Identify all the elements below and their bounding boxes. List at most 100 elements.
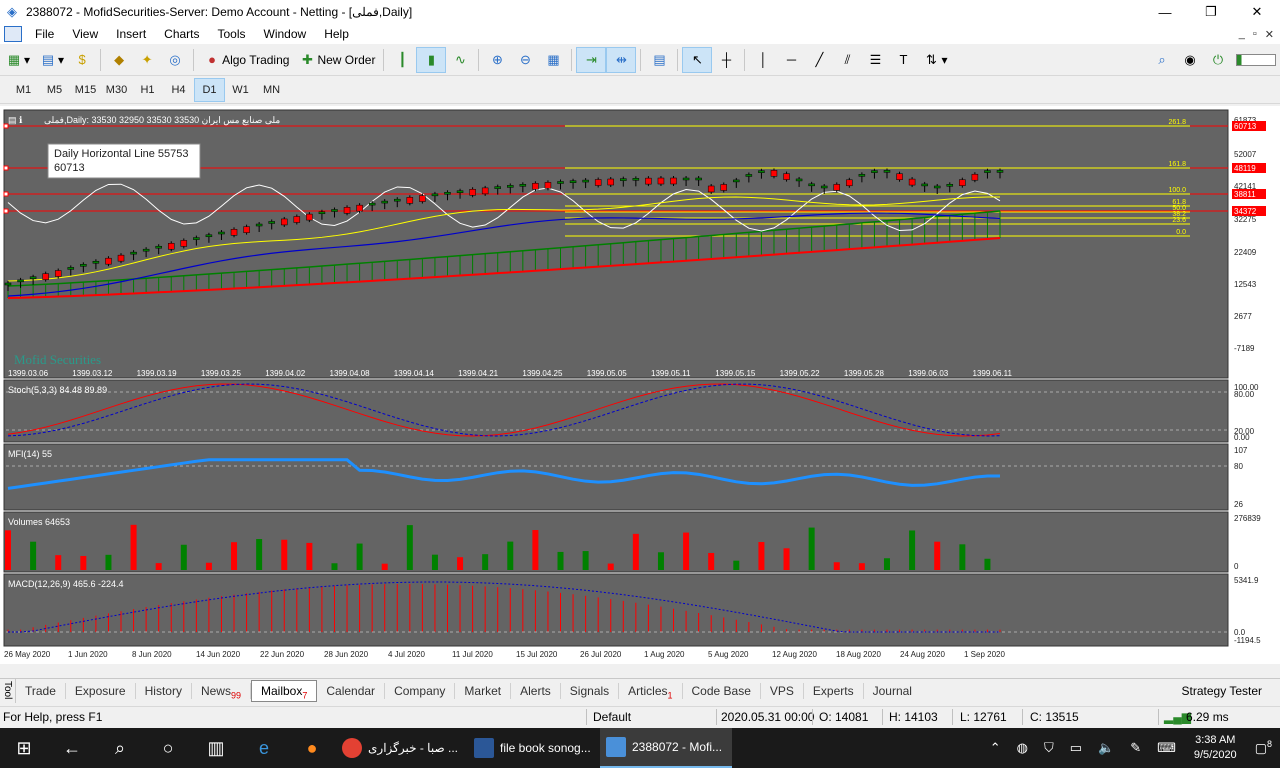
cortana-button[interactable]: ○: [144, 728, 192, 768]
auto-scroll-button[interactable]: ⇥: [576, 46, 607, 73]
arrows-button[interactable]: ⇅ ▾: [917, 47, 951, 73]
candle-body: [92, 260, 100, 264]
timeframe-w1[interactable]: W1: [225, 78, 256, 102]
algo-trading-button[interactable]: ● Algo Trading: [198, 47, 293, 73]
timeframe-d1[interactable]: D1: [194, 77, 225, 102]
search-button[interactable]: ⌕: [1148, 47, 1176, 73]
vertical-line-button[interactable]: │: [749, 47, 777, 73]
network-icon[interactable]: ▭: [1062, 740, 1090, 756]
tab-history[interactable]: History: [136, 682, 192, 699]
zoom-in-button[interactable]: ⊕: [483, 47, 511, 73]
fibonacci-button[interactable]: ☰: [861, 47, 889, 73]
tab-news[interactable]: News99: [192, 682, 251, 700]
menu-charts[interactable]: Charts: [155, 27, 208, 41]
timeframe-mn[interactable]: MN: [256, 78, 287, 102]
menu-tools[interactable]: Tools: [209, 27, 255, 41]
search-taskbar-button[interactable]: ⌕: [96, 728, 144, 768]
zoom-out-button[interactable]: ⊖: [511, 47, 539, 73]
timeframe-m5[interactable]: M5: [39, 78, 70, 102]
data-window-button[interactable]: ◆: [105, 47, 133, 73]
text-button[interactable]: T: [889, 47, 917, 73]
tile-windows-button[interactable]: ▦: [539, 47, 567, 73]
globe-icon[interactable]: ◍: [1009, 740, 1036, 756]
back-button[interactable]: ←: [48, 728, 96, 768]
account-button[interactable]: ◉: [1176, 47, 1204, 73]
bar-chart-button[interactable]: ┃: [388, 47, 416, 73]
tab-market[interactable]: Market: [455, 682, 512, 699]
tab-alerts[interactable]: Alerts: [511, 682, 561, 699]
edge-button[interactable]: e: [240, 728, 288, 768]
tab-journal[interactable]: Journal: [864, 683, 921, 699]
horizontal-line-button[interactable]: ─: [777, 47, 805, 73]
timeframe-h4[interactable]: H4: [163, 78, 194, 102]
firefox-button[interactable]: ●: [288, 728, 336, 768]
menu-help[interactable]: Help: [315, 27, 358, 41]
chart-shift-button[interactable]: ⇹: [606, 46, 637, 73]
timeframe-h1[interactable]: H1: [132, 78, 163, 102]
signals-button[interactable]: ◎: [161, 47, 189, 73]
level-button[interactable]: ⏻: [1204, 47, 1232, 73]
timeframe-m15[interactable]: M15: [70, 78, 101, 102]
line-chart-button[interactable]: ∿: [446, 47, 474, 73]
close-button[interactable]: ✕: [1234, 0, 1280, 24]
market-watch-button[interactable]: $: [68, 47, 96, 73]
mdi-restore-button[interactable]: ▫: [1253, 28, 1257, 41]
strategy-tester-button[interactable]: Strategy Tester: [1182, 684, 1262, 698]
chart-window[interactable]: 61873 52007 42141 32275 22409 12543 2677 -7189 6…: [0, 106, 1280, 664]
algo-trading-label: Algo Trading: [222, 52, 290, 67]
chart-document-icon[interactable]: [4, 26, 22, 42]
chevron-up-icon[interactable]: ⌃: [982, 740, 1009, 756]
tab-exposure[interactable]: Exposure: [66, 682, 136, 699]
clock-date: 9/5/2020: [1193, 749, 1237, 761]
tab-mailbox[interactable]: Mailbox7: [250, 679, 318, 702]
task-view-button[interactable]: ▥: [192, 728, 240, 768]
menu-file[interactable]: File: [26, 27, 63, 41]
tab-code-base[interactable]: Code Base: [683, 682, 761, 699]
templates-button[interactable]: ▤: [645, 47, 673, 73]
taskbar-app-word[interactable]: file book sonog...: [468, 728, 600, 768]
crosshair-button[interactable]: ┼: [712, 47, 740, 73]
equidistant-channel-button[interactable]: ⫽: [833, 47, 861, 73]
maximize-button[interactable]: ❐: [1188, 0, 1234, 24]
taskbar-app-metatrader[interactable]: 2388072 - Mofi...: [600, 728, 732, 768]
tab-trade[interactable]: Trade: [16, 682, 66, 699]
svg-text:▤ ℹ: ▤ ℹ: [8, 115, 23, 125]
shield-icon[interactable]: ⛉: [1036, 740, 1062, 756]
menu-insert[interactable]: Insert: [107, 27, 155, 41]
tab-signals[interactable]: Signals: [561, 682, 620, 699]
menu-view[interactable]: View: [63, 27, 107, 41]
candlestick-button[interactable]: ▮: [416, 46, 447, 73]
navigator-button[interactable]: ✦: [133, 47, 161, 73]
toolbox-label[interactable]: Tool: [0, 678, 16, 703]
clock[interactable]: 3:38 AM 9/5/2020: [1184, 733, 1247, 763]
notification-center-icon[interactable]: ▢8: [1247, 739, 1280, 756]
cortana-icon: ○: [162, 737, 174, 758]
taskbar-app-chrome[interactable]: صبا - خبرگزاری ...: [336, 728, 468, 768]
tab-calendar[interactable]: Calendar: [317, 682, 386, 699]
speaker-muted-icon[interactable]: 🔈: [1090, 740, 1122, 756]
tab-company[interactable]: Company: [385, 682, 456, 699]
tab-articles[interactable]: Articles1: [619, 682, 683, 700]
trend-line-button[interactable]: ╱: [805, 47, 833, 73]
minimize-button[interactable]: —: [1142, 0, 1188, 24]
tab-vps[interactable]: VPS: [761, 682, 804, 699]
candle-body: [193, 237, 200, 240]
start-button[interactable]: ⊞: [0, 728, 48, 768]
volume-bar: [356, 543, 363, 570]
new-chart-button[interactable]: ▦ ▾: [0, 47, 34, 73]
gregorian-date-label: 28 Jun 2020: [324, 650, 369, 659]
profiles-button[interactable]: ▤ ▾: [34, 47, 68, 73]
menu-window[interactable]: Window: [255, 27, 316, 41]
cursor-button[interactable]: ↖: [682, 46, 713, 73]
volume-bar: [80, 555, 87, 570]
tab-experts[interactable]: Experts: [804, 682, 864, 699]
gregorian-date-label: 1 Sep 2020: [964, 650, 1005, 659]
mdi-minimize-button[interactable]: _: [1239, 28, 1245, 41]
chart-canvas[interactable]: 6187352007421413227522409125432677-71896…: [0, 106, 1280, 664]
timeframe-m1[interactable]: M1: [8, 78, 39, 102]
pen-icon[interactable]: ✎: [1122, 740, 1149, 756]
keyboard-icon[interactable]: ⌨: [1149, 740, 1184, 756]
mdi-close-button[interactable]: ✕: [1265, 28, 1274, 41]
timeframe-m30[interactable]: M30: [101, 78, 132, 102]
new-order-button[interactable]: ✚ New Order: [293, 47, 379, 73]
